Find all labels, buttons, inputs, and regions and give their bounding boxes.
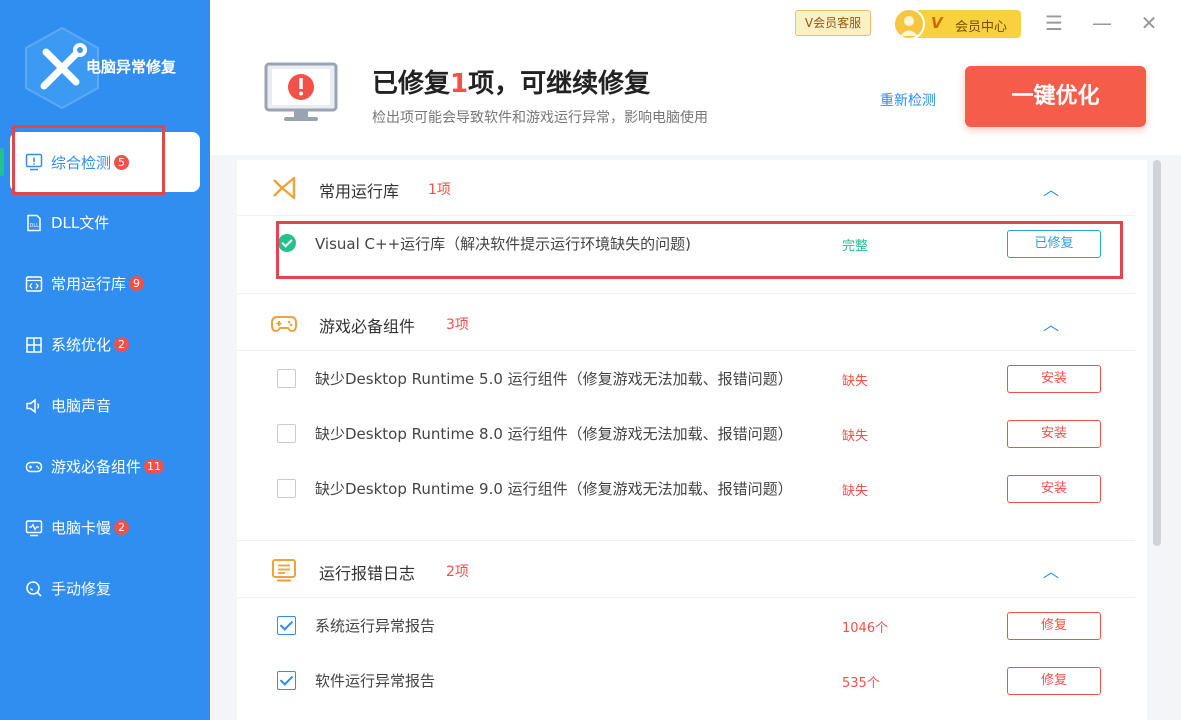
item-title: 缺少Desktop Runtime 8.0 运行组件（修复游戏无法加载、报错问题…: [315, 425, 793, 443]
section-title: 运行报错日志: [319, 564, 416, 583]
pulse-monitor-icon: [24, 518, 44, 538]
log-list-icon: [272, 559, 296, 582]
gamepad-icon: [271, 316, 297, 333]
member-center-button[interactable]: V 会员中心: [893, 8, 1021, 40]
sidebar-item-label: 游戏必备组件: [51, 458, 142, 476]
sidebar-item-computer-sound[interactable]: 电脑声音: [0, 375, 210, 436]
annotation-highlight-box: [276, 221, 1123, 279]
sidebar-item-manual-repair[interactable]: 手动修复: [0, 558, 210, 619]
menu-icon[interactable]: ☰: [1043, 12, 1065, 34]
section-game-components: 游戏必备组件 3项 ︿: [237, 295, 1135, 351]
member-center-label: 会员中心: [955, 20, 1008, 35]
install-button[interactable]: 安装: [1007, 475, 1101, 503]
section-title: 游戏必备组件: [319, 317, 416, 336]
error-count: 535个: [842, 676, 880, 691]
chevron-up-icon[interactable]: ︿: [1043, 558, 1059, 582]
code-window-icon: [24, 274, 44, 294]
item-checkbox[interactable]: [277, 479, 296, 498]
vip-v-icon: V: [931, 14, 943, 32]
sidebar-item-label: 电脑声音: [51, 397, 112, 415]
item-title: 系统运行异常报告: [315, 617, 436, 635]
section-title: 常用运行库: [319, 182, 400, 201]
monitor-warning-icon: [264, 62, 338, 121]
chevron-up-icon[interactable]: ︿: [1043, 311, 1059, 335]
install-button[interactable]: 安装: [1007, 365, 1101, 393]
scrollbar[interactable]: [1153, 160, 1161, 546]
item-checkbox[interactable]: [277, 424, 296, 443]
error-count: 1046个: [842, 621, 889, 636]
avatar: [893, 8, 925, 40]
item-checkbox[interactable]: [277, 369, 296, 388]
status-badge: 缺失: [842, 374, 869, 389]
sidebar-item-label: DLL文件: [51, 214, 110, 232]
count-badge: 2: [114, 337, 130, 352]
section-count: 2项: [446, 564, 469, 580]
app-logo: 电脑异常修复: [16, 18, 206, 110]
fixed-count: 1: [450, 69, 469, 99]
sidebar-item-game-components[interactable]: 游戏必备组件 11: [0, 436, 210, 497]
section-runtime-libraries: 常用运行库 1项 ︿: [237, 160, 1135, 216]
sidebar-item-label: 系统优化: [51, 336, 112, 354]
list-item: 缺少Desktop Runtime 8.0 运行组件（修复游戏无法加载、报错问题…: [237, 406, 1135, 461]
sidebar-item-label: 电脑卡慢: [51, 519, 112, 537]
sidebar-item-dll-files[interactable]: DLL DLL文件: [0, 192, 210, 253]
count-badge: 9: [129, 276, 145, 291]
sidebar-item-label: 常用运行库: [51, 275, 127, 293]
sidebar-item-computer-lag[interactable]: 电脑卡慢 2: [0, 497, 210, 558]
sidebar-item-label: 手动修复: [51, 580, 112, 598]
list-item: 软件运行异常报告 535个 修复: [237, 653, 1135, 708]
one-click-optimize-button[interactable]: 一键优化: [965, 66, 1146, 127]
close-icon[interactable]: ✕: [1138, 12, 1160, 34]
minimize-icon[interactable]: —: [1091, 12, 1113, 34]
list-item: 系统运行异常报告 1046个 修复: [237, 598, 1135, 653]
recheck-link[interactable]: 重新检测: [880, 90, 936, 110]
list-item: 缺少Desktop Runtime 9.0 运行组件（修复游戏无法加载、报错问题…: [237, 461, 1135, 541]
section-count: 1项: [428, 182, 451, 198]
count-badge: 11: [144, 459, 165, 474]
item-checkbox-checked[interactable]: [277, 616, 296, 635]
svg-text:DLL: DLL: [30, 223, 40, 229]
page-title: 已修复1项，可继续修复: [372, 69, 651, 99]
sidebar-item-system-optimize[interactable]: 系统优化 2: [0, 314, 210, 375]
sidebar-nav: 综合检测 5 DLL DLL文件 常用运行库 9 系统优化 2 电脑声音 游戏必…: [0, 132, 210, 619]
visual-studio-icon: [273, 176, 296, 200]
sidebar: 电脑异常修复 综合检测 5 DLL DLL文件 常用运行库 9 系统优化 2 电…: [0, 0, 210, 720]
gamepad-icon: [24, 457, 44, 477]
dll-file-icon: DLL: [24, 213, 44, 233]
status-badge: 缺失: [842, 484, 869, 499]
page-subtitle: 检出项可能会导致软件和游戏运行异常，影响电脑使用: [372, 110, 708, 126]
annotation-highlight-box: [12, 125, 165, 195]
section-count: 3项: [446, 317, 469, 333]
item-checkbox-checked[interactable]: [277, 671, 296, 690]
windows-icon: [24, 335, 44, 355]
item-title: 缺少Desktop Runtime 9.0 运行组件（修复游戏无法加载、报错问题…: [315, 480, 793, 498]
item-title: 软件运行异常报告: [315, 672, 436, 690]
item-title: 缺少Desktop Runtime 5.0 运行组件（修复游戏无法加载、报错问题…: [315, 370, 793, 388]
app-title: 电脑异常修复: [86, 58, 177, 76]
count-badge: 2: [114, 520, 130, 535]
section-error-logs: 运行报错日志 2项 ︿: [237, 542, 1135, 598]
chevron-up-icon[interactable]: ︿: [1043, 176, 1059, 200]
search-repair-icon: [24, 579, 44, 599]
list-item: 缺少Desktop Runtime 5.0 运行组件（修复游戏无法加载、报错问题…: [237, 351, 1135, 406]
sidebar-item-runtime-libraries[interactable]: 常用运行库 9: [0, 253, 210, 314]
repair-button[interactable]: 修复: [1007, 612, 1101, 640]
repair-button[interactable]: 修复: [1007, 667, 1101, 695]
speaker-icon: [24, 396, 44, 416]
status-badge: 缺失: [842, 429, 869, 444]
install-button[interactable]: 安装: [1007, 420, 1101, 448]
vip-service-button[interactable]: V会员客服: [795, 10, 871, 36]
